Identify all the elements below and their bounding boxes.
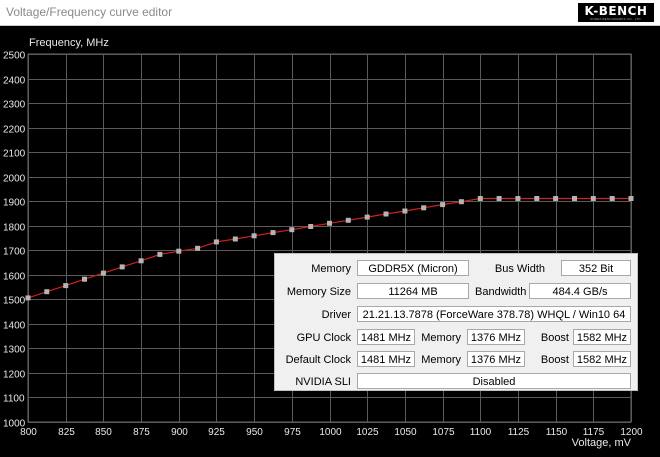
gpu-clock-field: 1481 MHz <box>357 329 415 345</box>
vf-curve-point[interactable] <box>534 196 540 201</box>
y-tick-label: 1500 <box>3 296 26 307</box>
vf-curve-point[interactable] <box>138 258 144 264</box>
y-tick-label: 2000 <box>3 174 26 185</box>
vf-curve-point[interactable] <box>421 205 427 211</box>
y-tick-label: 1800 <box>3 223 26 234</box>
vf-curve-point[interactable] <box>195 245 201 251</box>
y-tick-label: 2200 <box>3 125 26 136</box>
vf-curve-point[interactable] <box>553 196 559 201</box>
bandwidth-field: 484.4 GB/s <box>529 283 631 299</box>
vf-curve-point[interactable] <box>63 283 69 289</box>
vf-curve-point[interactable] <box>572 196 577 201</box>
driver-field: 21.21.13.7878 (ForceWare 378.78) WHQL / … <box>357 306 631 322</box>
x-tick-label: 925 <box>208 427 225 438</box>
x-tick-label: 825 <box>58 427 75 438</box>
y-tick-label: 1000 <box>3 419 26 430</box>
y-tick-label: 2300 <box>3 100 26 111</box>
vf-curve-point[interactable] <box>477 196 483 201</box>
y-tick-label: 1200 <box>3 370 26 381</box>
vf-curve-point[interactable] <box>82 276 87 282</box>
x-tick-label: 1125 <box>508 427 530 438</box>
default-memory-clock-label: Memory <box>421 354 461 366</box>
title-bar: Voltage/Frequency curve editor K-BENCH K… <box>0 0 660 26</box>
x-tick-label: 1075 <box>432 427 455 438</box>
gpu-clock-label: GPU Clock <box>296 332 351 344</box>
x-tick-label: 1050 <box>394 427 417 438</box>
vf-curve-point[interactable] <box>308 224 314 229</box>
default-memory-clock-field: 1376 MHz <box>467 351 525 367</box>
x-tick-label: 1025 <box>356 427 379 438</box>
memory-size-field: 11264 MB <box>357 283 469 299</box>
gpu-memory-clock-label: Memory <box>421 332 461 344</box>
vf-curve-point[interactable] <box>119 264 125 270</box>
gpu-memory-clock-field: 1376 MHz <box>467 329 525 345</box>
logo-wordmark: K-BENCH <box>584 3 648 18</box>
y-axis-label: Frequency, MHz <box>29 37 109 49</box>
x-tick-label: 875 <box>133 427 150 438</box>
x-tick-label: 1000 <box>319 427 342 438</box>
default-clock-label: Default Clock <box>285 354 351 366</box>
vf-curve-point[interactable] <box>213 239 219 245</box>
memory-size-label: Memory Size <box>286 286 351 298</box>
y-tick-label: 2100 <box>3 149 26 160</box>
vf-curve-point[interactable] <box>628 196 634 201</box>
vf-curve-point[interactable] <box>44 289 50 295</box>
x-tick-label: 1100 <box>470 427 492 438</box>
y-tick-label: 1700 <box>3 247 26 258</box>
bus-width-field: 352 Bit <box>561 260 631 276</box>
vf-curve-point[interactable] <box>364 214 370 220</box>
vf-curve-point[interactable] <box>590 196 596 201</box>
y-tick-label: 2500 <box>3 51 26 62</box>
default-clock-field: 1481 MHz <box>357 351 415 367</box>
vf-curve-point[interactable] <box>458 199 464 205</box>
vf-curve-point[interactable] <box>157 251 163 257</box>
memory-type-field: GDDR5X (Micron) <box>357 260 469 276</box>
gpu-info-panel: Memory GDDR5X (Micron) Bus Width 352 Bit… <box>274 253 638 391</box>
vf-curve-point[interactable] <box>515 196 521 201</box>
y-tick-label: 2400 <box>3 76 26 87</box>
x-tick-label: 850 <box>95 427 112 438</box>
y-tick-label: 1400 <box>3 321 26 332</box>
vf-curve-point[interactable] <box>289 227 295 233</box>
x-tick-label: 900 <box>171 427 188 438</box>
gpu-boost-field: 1582 MHz <box>573 329 631 345</box>
y-tick-label: 1900 <box>3 198 26 209</box>
x-axis-label: Voltage, mV <box>572 437 632 449</box>
vf-curve-point[interactable] <box>609 196 615 201</box>
memory-label: Memory <box>311 263 351 275</box>
driver-label: Driver <box>321 309 351 321</box>
vf-curve-point[interactable] <box>496 196 502 201</box>
vf-curve-point[interactable] <box>176 248 182 254</box>
x-tick-label: 950 <box>246 427 263 438</box>
vf-curve-editor-window: 800 825 850 875 900 925 950 975 1000 1025 1050 1075… <box>0 0 660 457</box>
bandwidth-label: Bandwidth <box>475 286 527 298</box>
vf-curve-point[interactable] <box>345 217 351 223</box>
vf-curve-point[interactable] <box>25 295 31 301</box>
vf-curve-point[interactable] <box>383 211 389 217</box>
y-tick-label: 1600 <box>3 272 26 283</box>
sli-label: NVIDIA SLI <box>295 376 351 388</box>
gpu-boost-label: Boost <box>540 332 569 344</box>
default-boost-field: 1582 MHz <box>573 351 631 367</box>
bus-width-label: Bus Width <box>494 263 545 275</box>
kbench-logo: K-BENCH KOREA BENCHMARKS CO., LTD. <box>578 3 654 22</box>
x-tick-label: 1150 <box>546 427 568 438</box>
vf-curve-point[interactable] <box>232 236 238 242</box>
vf-curve-point[interactable] <box>402 208 408 214</box>
window-title: Voltage/Frequency curve editor <box>6 5 173 19</box>
x-tick-label: 975 <box>284 427 301 438</box>
y-tick-label: 1300 <box>3 345 26 356</box>
sli-field: Disabled <box>357 373 631 389</box>
vf-curve-point[interactable] <box>440 202 446 208</box>
vf-curve-point[interactable] <box>251 233 257 239</box>
vf-curve-point[interactable] <box>327 220 332 226</box>
default-boost-label: Boost <box>540 354 569 366</box>
vf-curve-point[interactable] <box>100 270 106 276</box>
y-tick-label: 1100 <box>3 394 25 405</box>
logo-tagline: KOREA BENCHMARKS CO., LTD. <box>590 16 642 21</box>
vf-curve-point[interactable] <box>270 230 276 236</box>
